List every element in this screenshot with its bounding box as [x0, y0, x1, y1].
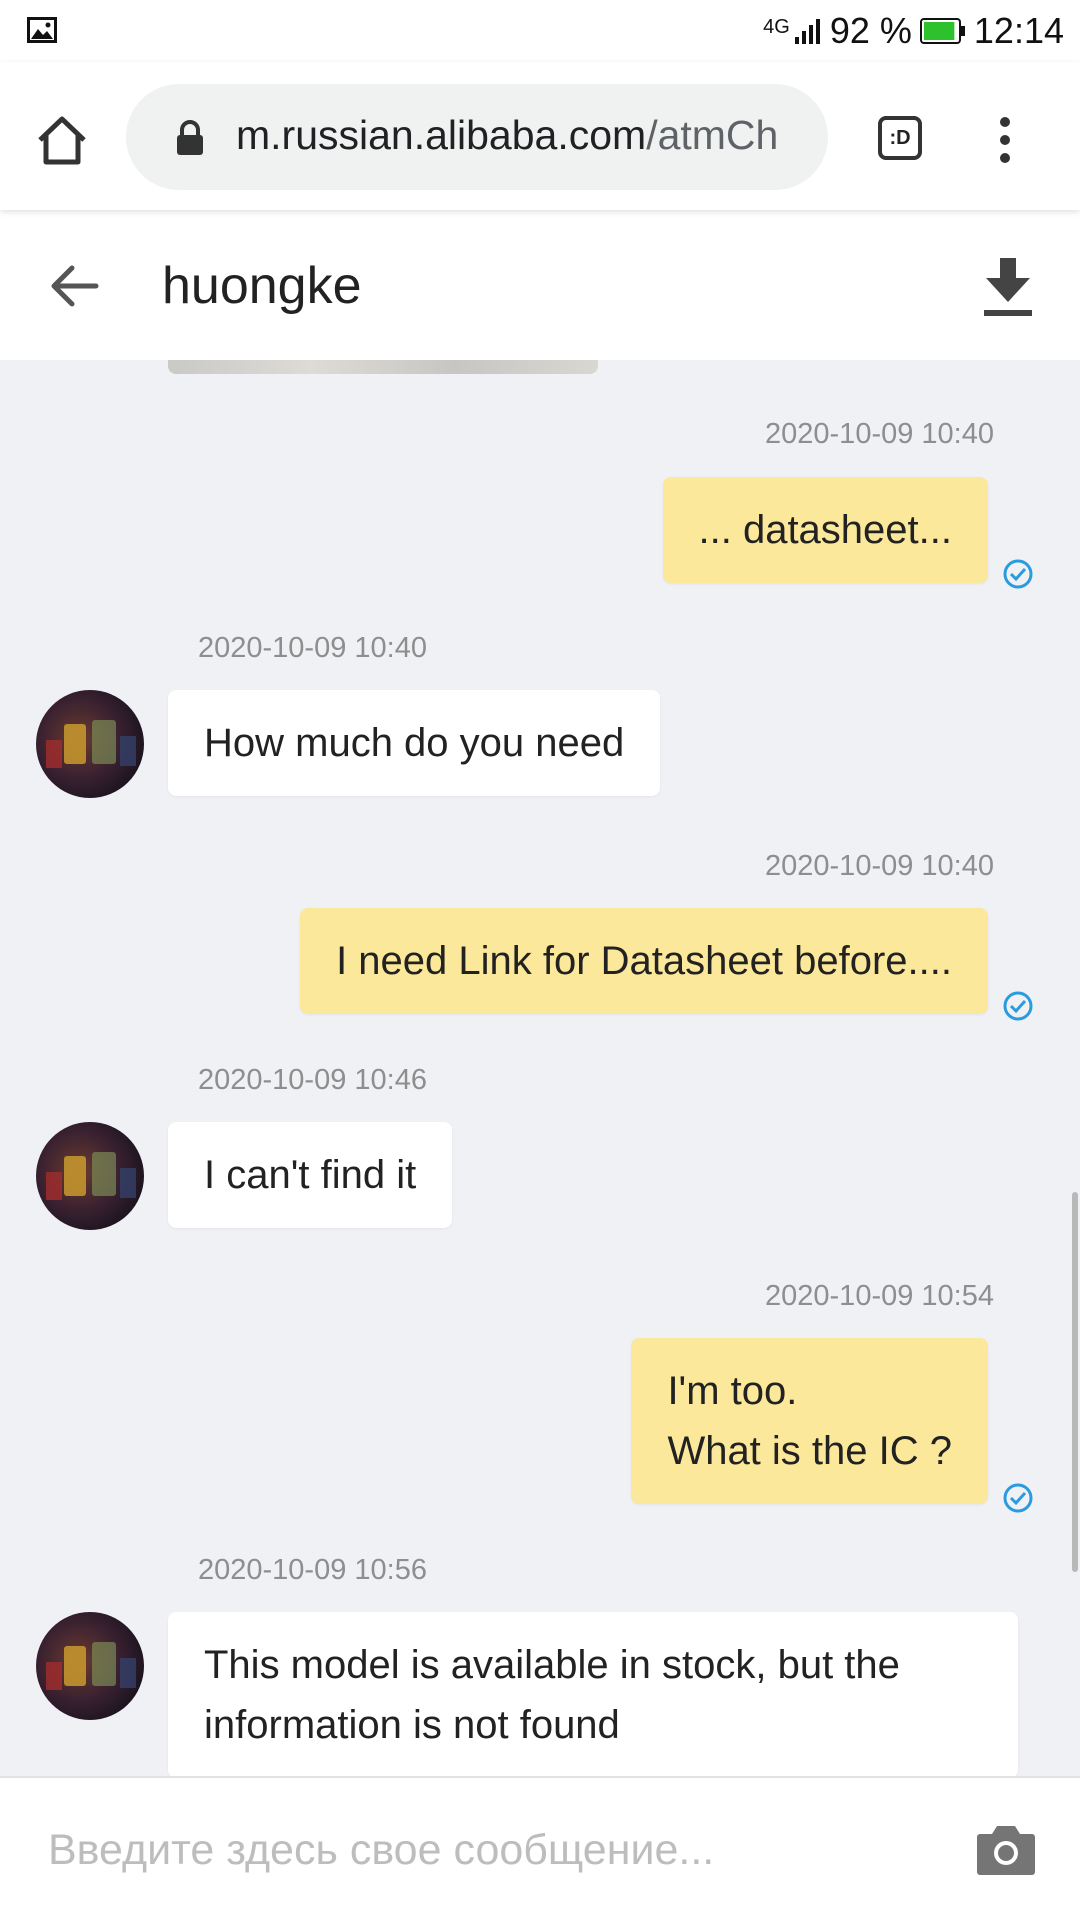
outgoing-message[interactable]: ... datasheet... [662, 477, 988, 583]
message-line: This model is available in stock, but th… [204, 1643, 900, 1687]
message-line: I can't find it [204, 1153, 417, 1197]
tab-switcher-icon[interactable]: :D [878, 116, 922, 160]
read-check-icon [1003, 559, 1033, 589]
gallery-notification-icon [27, 17, 57, 43]
address-bar[interactable]: m.russian.alibaba.com/atmCh [126, 84, 828, 190]
incoming-message[interactable]: How much do you need [168, 690, 661, 796]
message-line: information is not found [204, 1703, 620, 1747]
message-input[interactable] [46, 1814, 930, 1886]
message-timestamp: 2020-10-09 10:56 [198, 1554, 427, 1586]
network-type: 4G [763, 15, 790, 38]
message-timestamp: 2020-10-09 10:54 [765, 1280, 994, 1312]
message-timestamp: 2020-10-09 10:40 [198, 632, 427, 664]
home-icon[interactable] [34, 112, 90, 168]
outgoing-message[interactable]: I need Link for Datasheet before.... [300, 908, 988, 1014]
chat-messages[interactable]: 2020-10-09 10:40 ... datasheet... 2020-1… [0, 360, 1080, 1776]
message-line: I need Link for Datasheet before.... [336, 939, 952, 983]
chat-scrollbar[interactable] [1072, 1192, 1078, 1572]
incoming-message[interactable]: I can't find it [168, 1122, 453, 1228]
download-icon[interactable] [980, 256, 1036, 318]
message-line: What is the IC ? [667, 1429, 952, 1473]
signal-icon [794, 19, 820, 44]
contact-avatar[interactable] [36, 1612, 144, 1720]
lock-icon [177, 120, 203, 155]
message-composer [0, 1776, 1080, 1920]
message-line: How much do you need [204, 721, 625, 765]
url-path: /atmCh [646, 112, 779, 158]
url-host: m.russian.alibaba.com [236, 112, 647, 158]
outgoing-message[interactable]: I'm too. What is the IC ? [631, 1338, 988, 1504]
read-check-icon [1003, 991, 1033, 1021]
battery-percent: 92 % [829, 10, 912, 51]
contact-name: huongke [162, 257, 362, 315]
more-vert-icon[interactable] [990, 114, 1020, 166]
camera-icon[interactable] [976, 1822, 1036, 1876]
message-timestamp: 2020-10-09 10:46 [198, 1064, 427, 1096]
status-bar: 4G 92 % 12:14 [0, 0, 1080, 62]
back-arrow-icon[interactable] [46, 258, 102, 314]
message-timestamp: 2020-10-09 10:40 [765, 850, 994, 882]
message-line: ... datasheet... [698, 508, 953, 552]
message-timestamp: 2020-10-09 10:40 [765, 418, 994, 450]
contact-avatar[interactable] [36, 1122, 144, 1230]
chat-header: huongke [0, 210, 1080, 360]
clock: 12:14 [973, 10, 1064, 51]
url-text: m.russian.alibaba.com/atmCh [236, 112, 778, 159]
image-message-fragment[interactable] [168, 360, 598, 374]
read-check-icon [1003, 1483, 1033, 1513]
message-line: I'm too. [667, 1369, 798, 1413]
browser-toolbar: m.russian.alibaba.com/atmCh :D [0, 62, 1080, 210]
contact-avatar[interactable] [36, 690, 144, 798]
battery-icon [919, 18, 965, 44]
incoming-message[interactable]: This model is available in stock, but th… [168, 1612, 1018, 1776]
